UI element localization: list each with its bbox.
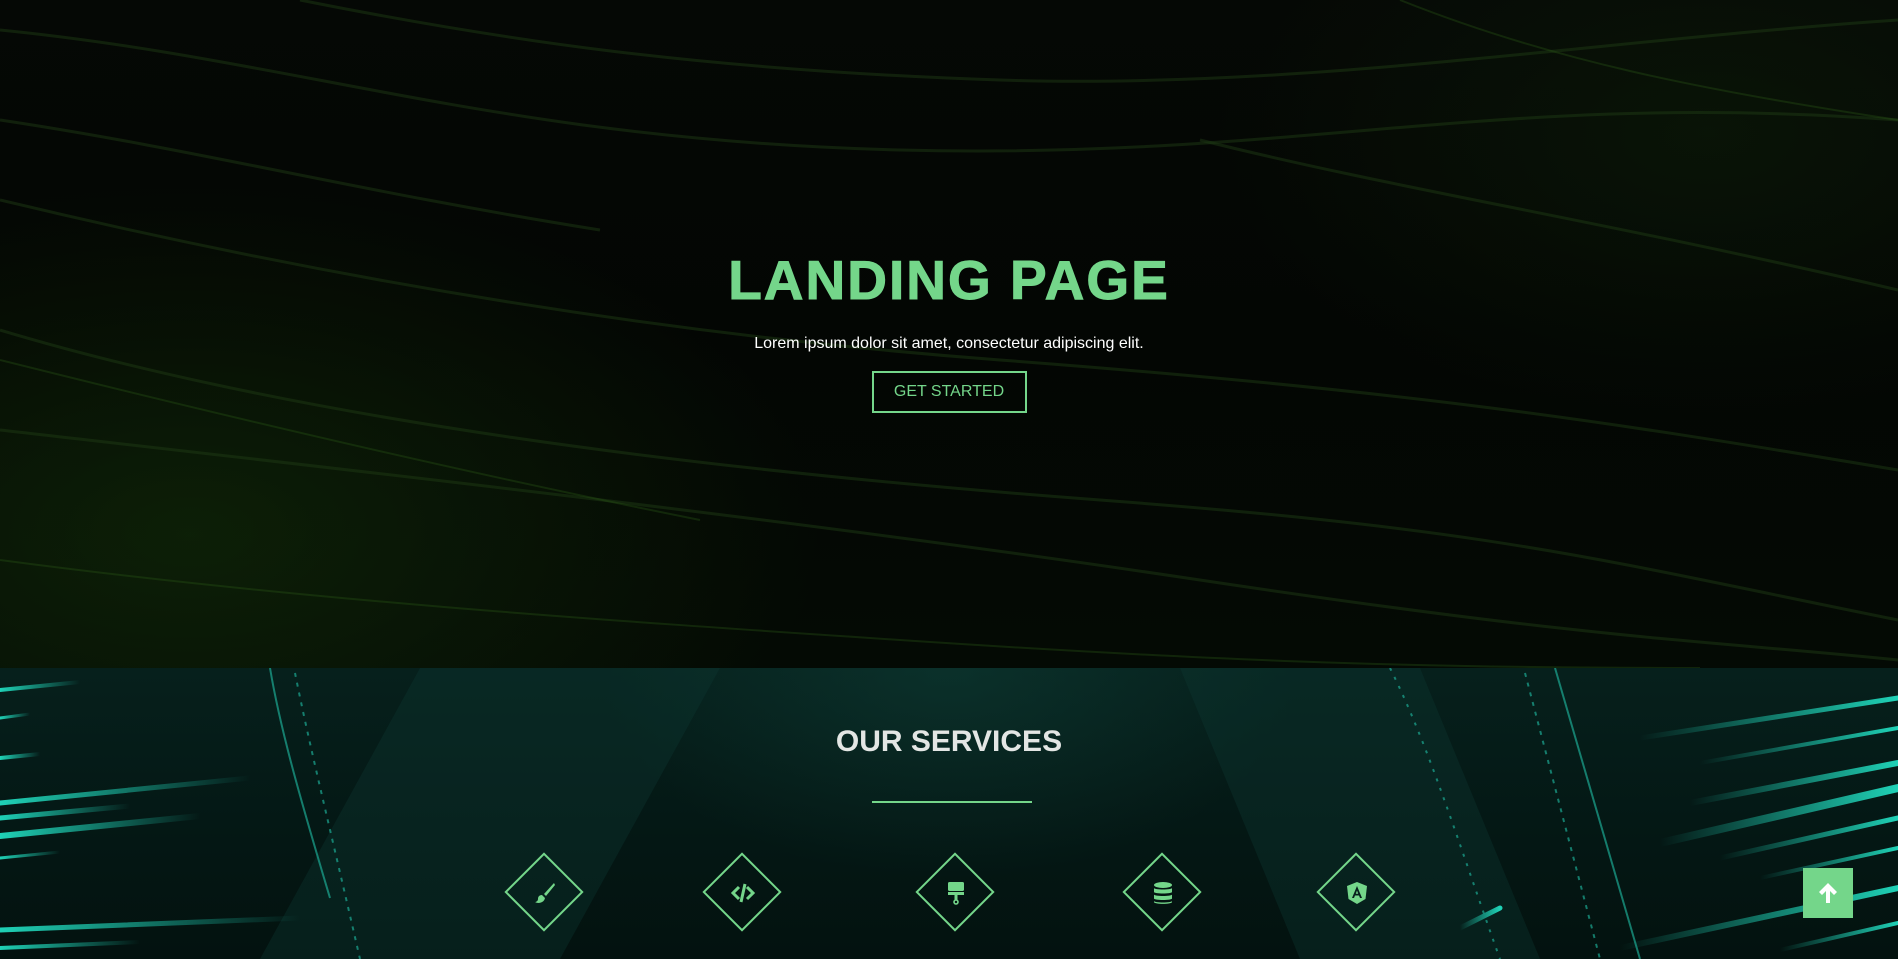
service-item-paint-brush[interactable] bbox=[504, 852, 584, 932]
landing-page: LANDING PAGE Lorem ipsum dolor sit amet,… bbox=[0, 0, 1898, 959]
services-title: OUR SERVICES bbox=[835, 725, 1063, 758]
hero-title: LANDING PAGE bbox=[728, 249, 1170, 312]
paint-brush-icon bbox=[535, 883, 555, 903]
service-item-paint-roller[interactable] bbox=[915, 852, 995, 932]
angular-icon bbox=[1347, 882, 1367, 904]
get-started-button[interactable]: GET STARTED bbox=[871, 371, 1027, 413]
service-item-code[interactable] bbox=[702, 852, 782, 932]
hero-content: LANDING PAGE Lorem ipsum dolor sit amet,… bbox=[0, 248, 1898, 413]
hero-section: LANDING PAGE Lorem ipsum dolor sit amet,… bbox=[0, 0, 1898, 668]
service-item-angular[interactable] bbox=[1316, 852, 1396, 932]
services-title-underline bbox=[872, 801, 1032, 803]
back-to-top-button[interactable] bbox=[1803, 868, 1853, 918]
paint-roller-icon bbox=[948, 882, 964, 905]
services-section: OUR SERVICES bbox=[0, 668, 1898, 959]
database-icon bbox=[1154, 882, 1172, 904]
hero-subtitle: Lorem ipsum dolor sit amet, consectetur … bbox=[754, 335, 1144, 352]
code-icon bbox=[731, 883, 755, 903]
service-item-database[interactable] bbox=[1122, 852, 1202, 932]
arrow-up-icon bbox=[1819, 883, 1837, 903]
